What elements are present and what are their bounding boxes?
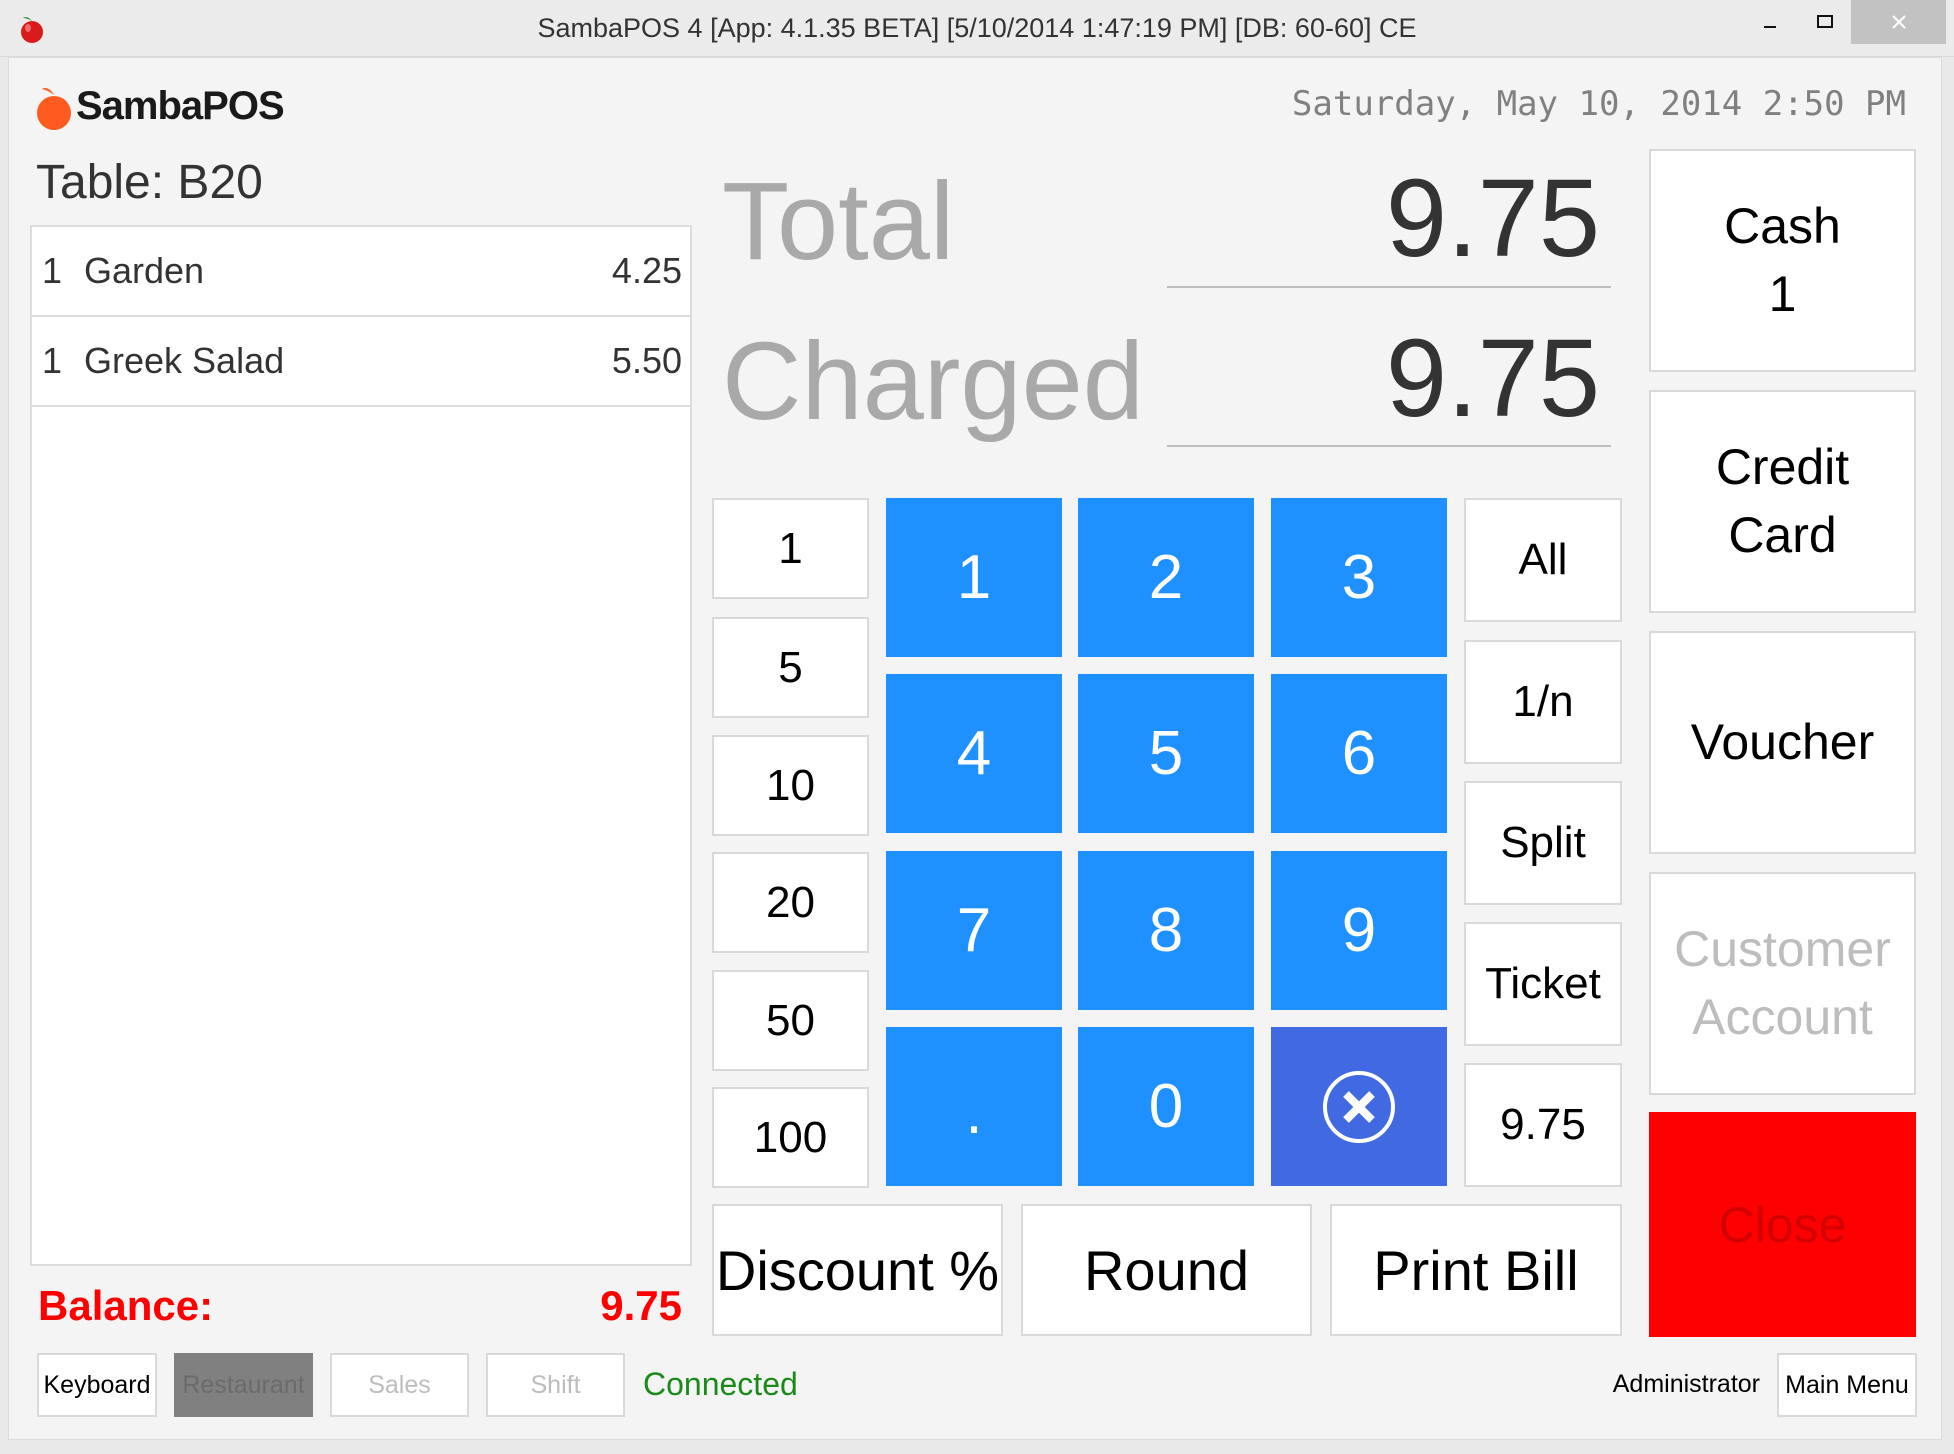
- numpad-key-8[interactable]: 8: [1078, 851, 1254, 1010]
- voucher-payment-button[interactable]: Voucher: [1649, 631, 1916, 854]
- charged-value[interactable]: 9.75: [1150, 315, 1600, 442]
- numpad-clear-button[interactable]: [1271, 1027, 1447, 1186]
- discount-percent-button[interactable]: Discount %: [712, 1204, 1003, 1336]
- main-menu-button[interactable]: Main Menu: [1777, 1353, 1917, 1417]
- total-divider: [1167, 286, 1611, 288]
- numpad-key-5[interactable]: 5: [1078, 674, 1254, 833]
- split-button[interactable]: Split: [1464, 781, 1622, 905]
- order-item[interactable]: 1 Garden 4.25: [32, 227, 690, 317]
- ticket-button[interactable]: Ticket: [1464, 922, 1622, 1046]
- quick-amount-5[interactable]: 5: [712, 617, 869, 718]
- remaining-amount-button[interactable]: 9.75: [1464, 1063, 1622, 1187]
- credit-card-payment-button[interactable]: Credit Card: [1649, 390, 1916, 613]
- payment-label-line2: Account: [1692, 988, 1873, 1045]
- quick-amount-50[interactable]: 50: [712, 970, 869, 1071]
- numpad-key-1[interactable]: 1: [886, 498, 1062, 657]
- datetime-display: Saturday, May 10, 2014 2:50 PM: [1291, 84, 1906, 124]
- balance-label: Balance:: [38, 1282, 214, 1329]
- numpad-key-decimal[interactable]: .: [886, 1027, 1062, 1186]
- sales-button[interactable]: Sales: [330, 1353, 469, 1417]
- numpad-key-9[interactable]: 9: [1271, 851, 1447, 1010]
- numpad-key-7[interactable]: 7: [886, 851, 1062, 1010]
- maximize-button[interactable]: [1800, 0, 1850, 44]
- item-name: Greek Salad: [84, 340, 285, 381]
- charged-divider: [1167, 445, 1611, 447]
- payment-label-line1: Cash: [1724, 198, 1841, 254]
- minimize-icon: [1764, 26, 1776, 28]
- total-value: 9.75: [1385, 157, 1600, 280]
- charged-label: Charged: [722, 320, 1144, 443]
- numpad-key-4[interactable]: 4: [886, 674, 1062, 833]
- payment-label-line2: 1: [1768, 265, 1797, 322]
- sambapos-logo: SambaPOS: [34, 80, 285, 132]
- cash-payment-button[interactable]: Cash 1: [1649, 149, 1916, 372]
- payment-label-line2: Card: [1728, 506, 1837, 563]
- quick-amount-1[interactable]: 1: [712, 498, 869, 599]
- item-price: 5.50: [611, 340, 682, 381]
- balance-value: 9.75: [600, 1282, 682, 1329]
- window-close-button[interactable]: [1851, 0, 1946, 44]
- item-quantity: 1: [42, 250, 63, 291]
- close-icon: [1891, 15, 1906, 29]
- payment-label-line1: Credit: [1715, 439, 1850, 495]
- order-item[interactable]: 1 Greek Salad 5.50: [32, 317, 690, 407]
- logo-text: SambaPOS: [76, 83, 285, 128]
- quick-amount-100[interactable]: 100: [712, 1087, 869, 1188]
- keyboard-button[interactable]: Keyboard: [37, 1353, 157, 1417]
- current-user: Administrator: [1612, 1370, 1760, 1398]
- quick-amount-20[interactable]: 20: [712, 852, 869, 953]
- item-price: 4.25: [611, 250, 682, 291]
- customer-account-payment-button[interactable]: Customer Account: [1649, 872, 1916, 1095]
- minimize-button[interactable]: [1745, 0, 1795, 44]
- order-list[interactable]: 1 Garden 4.25 1 Greek Salad 5.50: [30, 225, 692, 1266]
- numpad-key-2[interactable]: 2: [1078, 498, 1254, 657]
- split-1-n-button[interactable]: 1/n: [1464, 640, 1622, 764]
- numpad-key-0[interactable]: 0: [1078, 1027, 1254, 1186]
- item-quantity: 1: [42, 340, 63, 381]
- quick-amount-10[interactable]: 10: [712, 735, 869, 836]
- payment-label-line1: Customer: [1674, 921, 1891, 977]
- shift-button[interactable]: Shift: [486, 1353, 625, 1417]
- round-button[interactable]: Round: [1021, 1204, 1312, 1336]
- item-name: Garden: [84, 250, 205, 291]
- numpad-key-6[interactable]: 6: [1271, 674, 1447, 833]
- table-label: Table: B20: [36, 156, 263, 209]
- restaurant-button[interactable]: Restaurant: [174, 1353, 313, 1417]
- logo-apple-icon: [37, 87, 71, 130]
- maximize-icon: [1817, 15, 1833, 28]
- clear-circle-x-icon: [1323, 1070, 1395, 1143]
- split-all-button[interactable]: All: [1464, 498, 1622, 622]
- numpad-key-3[interactable]: 3: [1271, 498, 1447, 657]
- print-bill-button[interactable]: Print Bill: [1330, 1204, 1622, 1336]
- window-title: SambaPOS 4 [App: 4.1.35 BETA] [5/10/2014…: [537, 13, 1417, 43]
- payment-label-line1: Voucher: [1690, 713, 1875, 770]
- connection-status: Connected: [643, 1366, 798, 1402]
- close-ticket-button[interactable]: Close: [1649, 1112, 1916, 1337]
- total-label: Total: [722, 160, 955, 283]
